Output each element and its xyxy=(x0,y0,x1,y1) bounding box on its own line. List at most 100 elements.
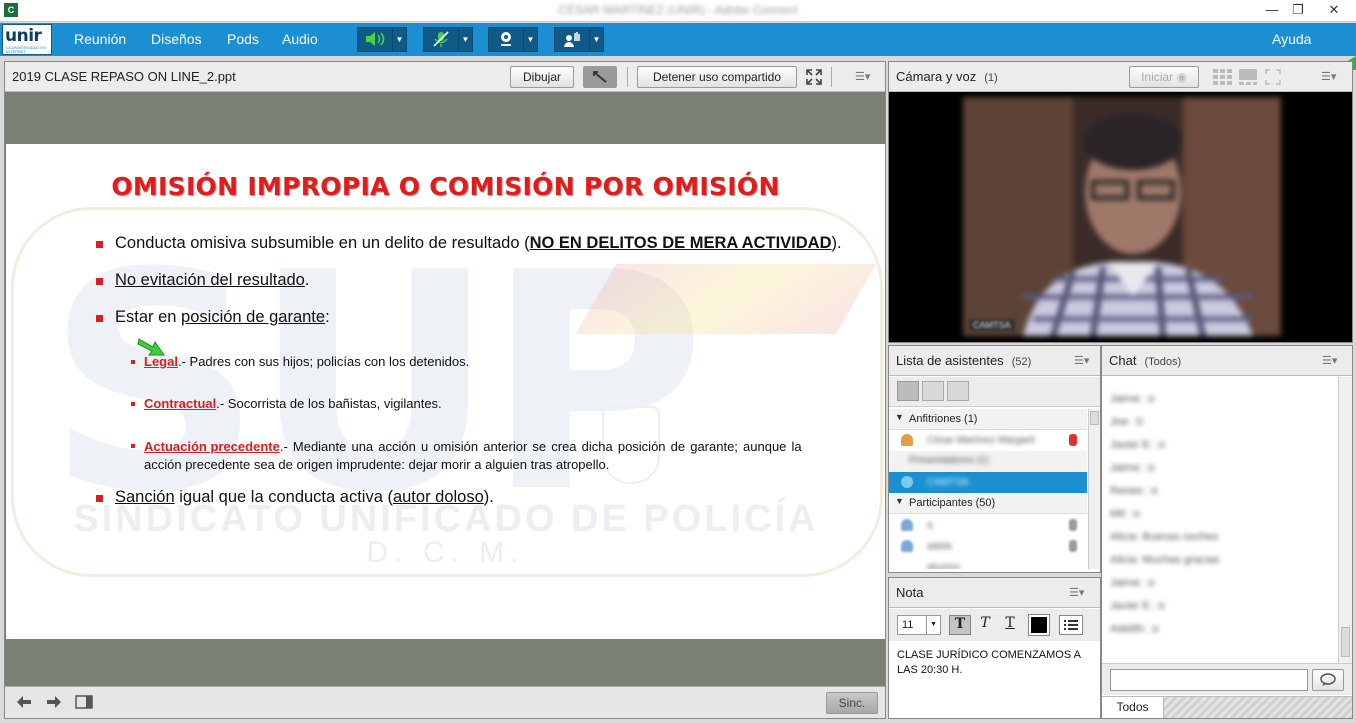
attendee-count: (52) xyxy=(1011,356,1032,368)
subbullet-label: Actuación precedente xyxy=(144,439,280,454)
speaker-icon xyxy=(362,30,388,50)
sync-button[interactable]: Sinc. xyxy=(826,692,878,714)
slide-subbullet-actuacion: Actuación precedente.- Mediante una acci… xyxy=(144,438,834,474)
group-presenters[interactable]: Presentadores (1) xyxy=(889,451,1087,472)
microphone-icon xyxy=(1069,540,1077,552)
camera-title: Cámara y voz (1) xyxy=(896,69,998,84)
bullet-text: ). xyxy=(483,488,494,506)
subbullet-label: Contractual xyxy=(144,396,217,411)
group-hosts[interactable]: ▼ Anfitriones (1) xyxy=(889,409,1087,430)
scrollbar-thumb[interactable] xyxy=(1341,627,1350,657)
pod-menu-icon[interactable]: ☰▾ xyxy=(855,70,870,83)
bullet-text: No evitación del resultado xyxy=(115,271,305,289)
share-pod: 2019 CLASE REPASO ON LINE_2.ppt Dibujar … xyxy=(4,61,886,719)
sidebar-toggle-icon[interactable] xyxy=(75,695,93,712)
window-title-bar: C CÉSAR MARTÍNEZ (UNIR) - Adobe Connect … xyxy=(0,0,1356,22)
chat-message: Adelith: :o xyxy=(1110,623,1159,635)
webcam-icon xyxy=(493,30,519,50)
pod-menu-icon[interactable]: ☰▾ xyxy=(1322,354,1337,367)
help-menu[interactable]: Ayuda xyxy=(1272,31,1311,47)
collapse-icon: ▼ xyxy=(895,412,904,422)
window-title: CÉSAR MARTÍNEZ (UNIR) - Adobe Connect xyxy=(558,3,798,17)
bullet-text: : xyxy=(325,308,330,326)
slide-bullet-2: No evitación del resultado. xyxy=(115,271,309,290)
previous-slide-icon[interactable] xyxy=(15,694,33,713)
speaker-button[interactable]: ▼ xyxy=(357,27,407,52)
close-button[interactable]: ✕ xyxy=(1320,2,1348,18)
list-item-selected[interactable]: CAMTSA xyxy=(889,472,1087,493)
raise-hand-icon xyxy=(559,30,585,50)
camera-count: (1) xyxy=(984,72,998,84)
bullet-text: Sanción xyxy=(115,488,175,506)
group-participants[interactable]: ▼ Participantes (50) xyxy=(889,493,1087,514)
underline-icon[interactable]: T xyxy=(999,615,1021,635)
sub-bullet-marker xyxy=(131,360,135,364)
attendee-view-toolbar xyxy=(889,377,1100,407)
bullet-text: autor doloso xyxy=(392,488,484,506)
role-view-icon[interactable] xyxy=(947,381,969,401)
menu-audio[interactable]: Audio xyxy=(282,31,318,47)
note-pod-header: Nota ☰▾ xyxy=(889,578,1100,608)
italic-icon[interactable]: T xyxy=(974,615,996,635)
chat-tab-all[interactable]: Todos xyxy=(1102,697,1164,718)
chat-message: Joe: :0 xyxy=(1110,416,1144,428)
note-content[interactable]: CLASE JURÍDICO COMENZAMOS A LAS 20:30 H. xyxy=(897,648,1093,678)
collapse-icon: ▼ xyxy=(895,496,904,506)
chat-scrollbar[interactable] xyxy=(1338,377,1352,663)
microphone-icon xyxy=(1069,434,1077,446)
menu-reunion[interactable]: Reunión xyxy=(74,31,126,47)
draw-button[interactable]: Dibujar xyxy=(510,66,574,88)
minimize-button[interactable]: — xyxy=(1258,2,1286,17)
participant-avatar-icon xyxy=(901,540,913,552)
pointer-tool-button[interactable] xyxy=(583,66,617,88)
stop-sharing-button[interactable]: Detener uso compartido xyxy=(637,66,797,88)
pod-menu-icon[interactable]: ☰▾ xyxy=(1069,586,1084,599)
fullscreen-icon[interactable] xyxy=(805,68,823,86)
chat-input[interactable] xyxy=(1110,669,1308,691)
chevron-down-icon[interactable]: ▼ xyxy=(458,28,472,51)
share-title: 2019 CLASE REPASO ON LINE_2.ppt xyxy=(12,69,236,84)
note-pod: Nota ☰▾ 11 ▼ T T T CLASE JURÍDICO COMENZ… xyxy=(888,577,1101,719)
microphone-muted-icon xyxy=(428,30,454,50)
bold-icon[interactable]: T xyxy=(949,615,971,635)
font-size-select[interactable]: 11 ▼ xyxy=(897,615,941,635)
microphone-button[interactable]: ▼ xyxy=(423,27,473,52)
list-item[interactable]: a xyxy=(889,515,1087,536)
list-item[interactable]: César Martínez Margarit xyxy=(889,430,1087,451)
chevron-down-icon[interactable]: ▼ xyxy=(589,28,603,51)
send-button[interactable] xyxy=(1312,669,1344,691)
camera-title-text: Cámara y voz xyxy=(896,69,977,84)
restore-button[interactable]: ❐ xyxy=(1284,2,1312,18)
bullet-text: Conducta omisiva subsumible en un delito… xyxy=(115,234,530,252)
chat-message: Alicia: Muchas gracias xyxy=(1110,554,1220,566)
note-title: Nota xyxy=(896,585,924,600)
webcam-button[interactable]: ▼ xyxy=(488,27,538,52)
raise-hand-button[interactable]: ▼ xyxy=(554,27,604,52)
bullet-text: . xyxy=(304,271,310,289)
chevron-down-icon[interactable]: ▼ xyxy=(392,28,406,51)
menu-pods[interactable]: Pods xyxy=(227,31,259,47)
scrollbar-thumb[interactable] xyxy=(1090,411,1099,425)
bullet-text: ). xyxy=(831,234,842,252)
toolbar-divider xyxy=(627,67,628,87)
start-camera-label: Iniciar xyxy=(1141,70,1174,84)
grid-view-icon[interactable] xyxy=(1213,69,1283,88)
chevron-down-icon[interactable]: ▼ xyxy=(523,28,537,51)
list-view-icon[interactable] xyxy=(897,381,919,401)
pod-menu-icon[interactable]: ☰▾ xyxy=(1074,354,1089,367)
chat-message: Mit: :o xyxy=(1110,508,1140,520)
participant-avatar-icon xyxy=(901,519,913,531)
list-icon[interactable] xyxy=(1059,615,1083,635)
list-item[interactable]: adela xyxy=(889,536,1087,557)
attendee-scrollbar[interactable] xyxy=(1088,409,1100,569)
expand-view-icon[interactable] xyxy=(922,381,944,401)
list-item[interactable]: alumno xyxy=(889,557,1087,569)
color-picker[interactable] xyxy=(1028,614,1050,636)
attendee-name: César Martínez Margarit xyxy=(927,435,1035,446)
pod-menu-icon[interactable]: ☰▾ xyxy=(1321,70,1336,83)
chat-tab-bar: Todos xyxy=(1102,696,1352,718)
font-size-value: 11 xyxy=(902,619,914,631)
next-slide-icon[interactable] xyxy=(45,694,63,713)
start-camera-button[interactable]: Iniciar ◉ xyxy=(1129,66,1199,88)
menu-disenos[interactable]: Diseños xyxy=(151,31,202,47)
